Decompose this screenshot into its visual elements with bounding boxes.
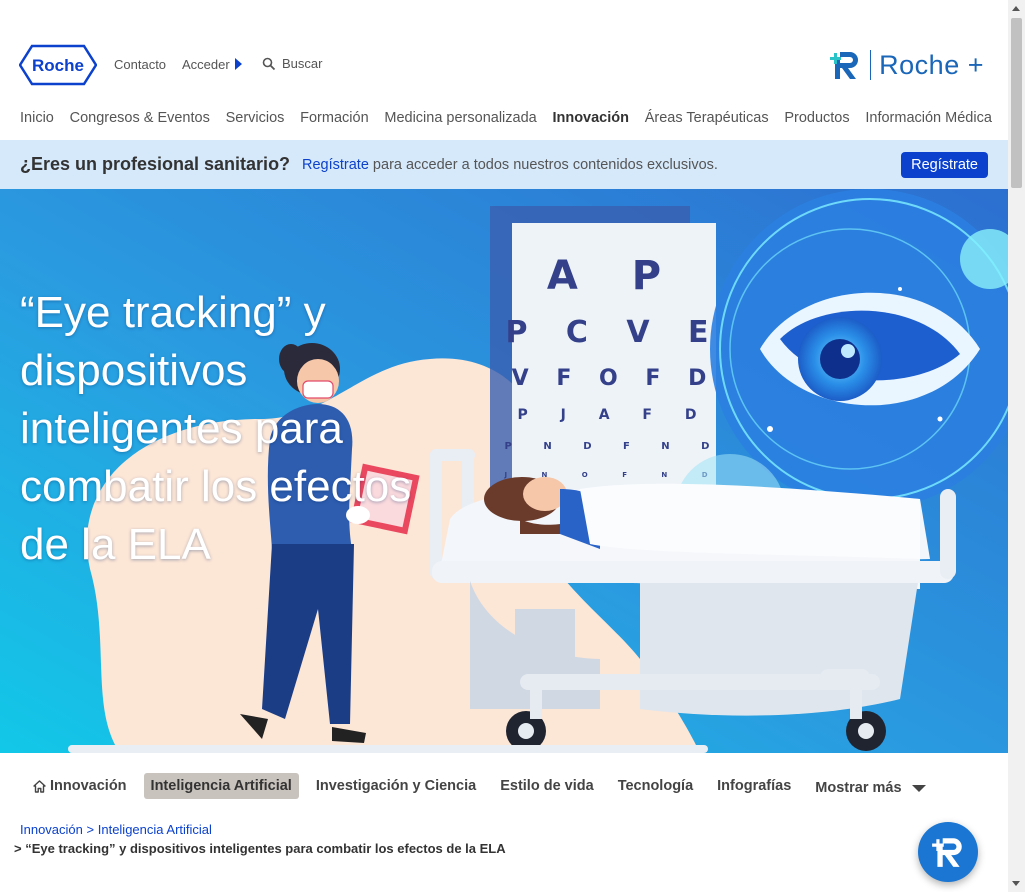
roche-plus-icon bbox=[830, 52, 859, 79]
svg-text:P N D F N D: P N D F N D bbox=[505, 441, 724, 452]
show-more-label: Mostrar más bbox=[815, 780, 902, 796]
nav-item-informacion[interactable]: Información Médica bbox=[865, 110, 992, 126]
logo-divider bbox=[870, 50, 872, 80]
banner-text: Regístrate para acceder a todos nuestros… bbox=[302, 157, 718, 173]
roche-plus-icon bbox=[932, 838, 962, 867]
hero-banner: A P P C V E V F O F D P J A F D P N D F … bbox=[0, 189, 1008, 753]
banner-register-link[interactable]: Regístrate bbox=[302, 157, 369, 173]
page-scrollbar[interactable] bbox=[1008, 0, 1025, 892]
show-more-button[interactable]: Mostrar más bbox=[808, 775, 932, 801]
roche-plus-logo[interactable]: Roche + bbox=[828, 48, 984, 82]
play-arrow-icon bbox=[234, 58, 242, 70]
breadcrumb-separator: > bbox=[86, 822, 95, 837]
scroll-down-arrow-icon[interactable] bbox=[1008, 875, 1025, 892]
register-button[interactable]: Regístrate bbox=[901, 152, 988, 178]
category-tabs: Innovación Inteligencia Artificial Inves… bbox=[26, 771, 943, 801]
login-label: Acceder bbox=[182, 57, 230, 72]
svg-text:P C V E: P C V E bbox=[505, 315, 722, 350]
tab-investigacion[interactable]: Investigación y Ciencia bbox=[309, 773, 483, 799]
nav-item-inicio[interactable]: Inicio bbox=[20, 110, 54, 126]
breadcrumb-inteligencia-artificial[interactable]: Inteligencia Artificial bbox=[98, 822, 212, 837]
roche-plus-text: Roche + bbox=[879, 49, 984, 80]
svg-text:P J A F D: P J A F D bbox=[518, 407, 711, 423]
logo-text: Roche bbox=[32, 56, 84, 75]
tab-inteligencia-artificial[interactable]: Inteligencia Artificial bbox=[143, 773, 299, 799]
caret-down-icon bbox=[911, 784, 926, 792]
hero-title: “Eye tracking” y dispositivos inteligent… bbox=[20, 288, 412, 570]
nav-item-servicios[interactable]: Servicios bbox=[226, 110, 285, 126]
nav-item-productos[interactable]: Productos bbox=[784, 110, 849, 126]
roche-logo[interactable]: Roche bbox=[18, 44, 98, 86]
scroll-thumb[interactable] bbox=[1011, 18, 1022, 188]
roche-plus-chat-button[interactable] bbox=[918, 822, 978, 882]
banner-body: para acceder a todos nuestros contenidos… bbox=[368, 157, 718, 173]
login-link[interactable]: Acceder bbox=[182, 57, 242, 72]
contact-link[interactable]: Contacto bbox=[114, 57, 166, 72]
nav-item-innovacion[interactable]: Innovación bbox=[552, 110, 629, 126]
svg-text:V F O F D: V F O F D bbox=[512, 366, 717, 391]
tab-tecnologia[interactable]: Tecnología bbox=[611, 773, 700, 799]
register-banner: ¿Eres un profesional sanitario? Regístra… bbox=[0, 140, 1008, 190]
search-link[interactable]: Buscar bbox=[262, 56, 322, 71]
search-icon bbox=[262, 57, 276, 70]
nav-item-areas[interactable]: Áreas Terapéuticas bbox=[645, 110, 769, 126]
page: Roche Contacto Acceder Buscar Roche + In… bbox=[0, 0, 1008, 892]
tab-innovacion-label: Innovación bbox=[50, 778, 127, 794]
breadcrumb-current: > “Eye tracking” y dispositivos intelige… bbox=[14, 841, 506, 856]
tab-innovacion[interactable]: Innovación bbox=[26, 773, 134, 799]
site-header: Roche Contacto Acceder Buscar Roche + In… bbox=[0, 0, 1008, 140]
nav-item-formacion[interactable]: Formación bbox=[300, 110, 369, 126]
nav-item-medicina[interactable]: Medicina personalizada bbox=[384, 110, 536, 126]
eye-chart: A P P C V E V F O F D P J A F D P N D F … bbox=[503, 223, 724, 493]
main-nav: Inicio Congresos & Eventos Servicios For… bbox=[20, 110, 992, 126]
tab-estilo-de-vida[interactable]: Estilo de vida bbox=[493, 773, 600, 799]
breadcrumb-innovacion[interactable]: Innovación bbox=[20, 822, 83, 837]
breadcrumb: Innovación > Inteligencia Artificial bbox=[20, 822, 212, 837]
tab-infografias[interactable]: Infografías bbox=[710, 773, 798, 799]
scroll-up-arrow-icon[interactable] bbox=[1008, 0, 1025, 17]
home-icon bbox=[33, 779, 46, 793]
search-label: Buscar bbox=[282, 56, 323, 71]
svg-text:A P: A P bbox=[547, 253, 681, 299]
banner-question: ¿Eres un profesional sanitario? bbox=[20, 154, 291, 174]
nav-item-congresos[interactable]: Congresos & Eventos bbox=[70, 110, 210, 126]
